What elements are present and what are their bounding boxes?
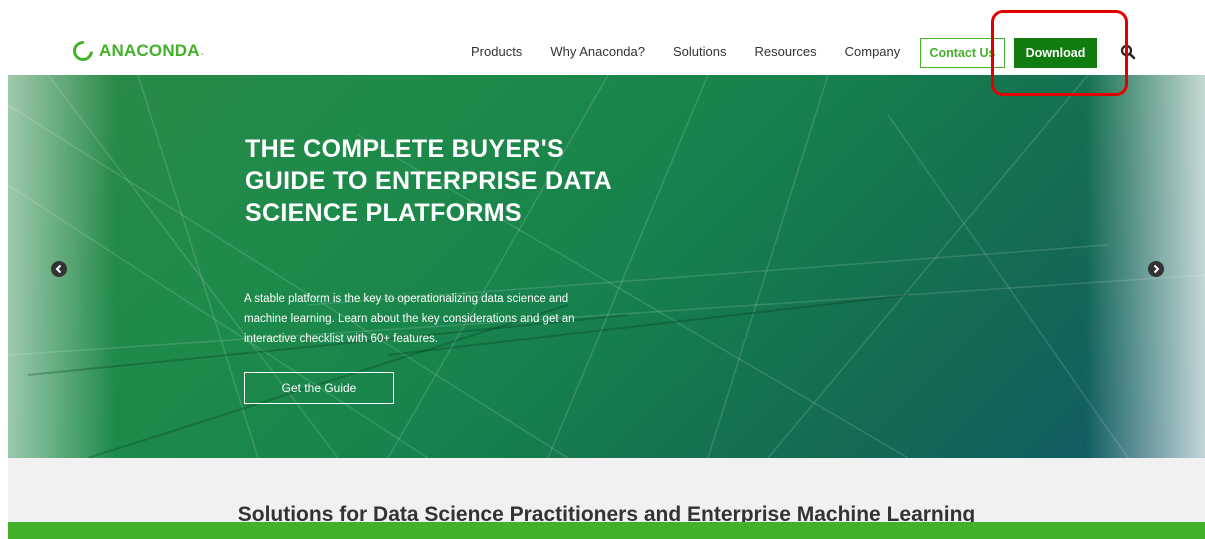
contact-us-button[interactable]: Contact Us — [920, 38, 1005, 68]
nav-item-products[interactable]: Products — [471, 44, 522, 59]
page: ANACONDA . Products Why Anaconda? Soluti… — [0, 0, 1205, 539]
nav-item-why-anaconda[interactable]: Why Anaconda? — [550, 44, 645, 59]
logo-ring-icon — [68, 36, 98, 66]
logo-dot: . — [200, 44, 205, 58]
nav-item-solutions[interactable]: Solutions — [673, 44, 726, 59]
chevron-right-icon[interactable] — [1148, 261, 1164, 277]
logo-text: ANACONDA — [99, 41, 200, 60]
anaconda-logo[interactable]: ANACONDA . — [68, 36, 205, 66]
hero-banner: THE COMPLETE BUYER'S GUIDE TO ENTERPRISE… — [8, 75, 1205, 458]
search-icon[interactable] — [1120, 44, 1136, 60]
green-accent-bar — [8, 522, 1205, 539]
nav-item-company[interactable]: Company — [845, 44, 901, 59]
hero-title: THE COMPLETE BUYER'S GUIDE TO ENTERPRISE… — [245, 135, 612, 227]
get-the-guide-button[interactable]: Get the Guide — [244, 372, 394, 404]
nav-item-resources[interactable]: Resources — [754, 44, 816, 59]
hero-description: A stable platform is the key to operatio… — [244, 293, 575, 345]
main-nav: Products Why Anaconda? Solutions Resourc… — [471, 44, 900, 59]
site-header: ANACONDA . Products Why Anaconda? Soluti… — [0, 0, 1205, 75]
download-button[interactable]: Download — [1014, 38, 1097, 68]
chevron-left-icon[interactable] — [51, 261, 67, 277]
